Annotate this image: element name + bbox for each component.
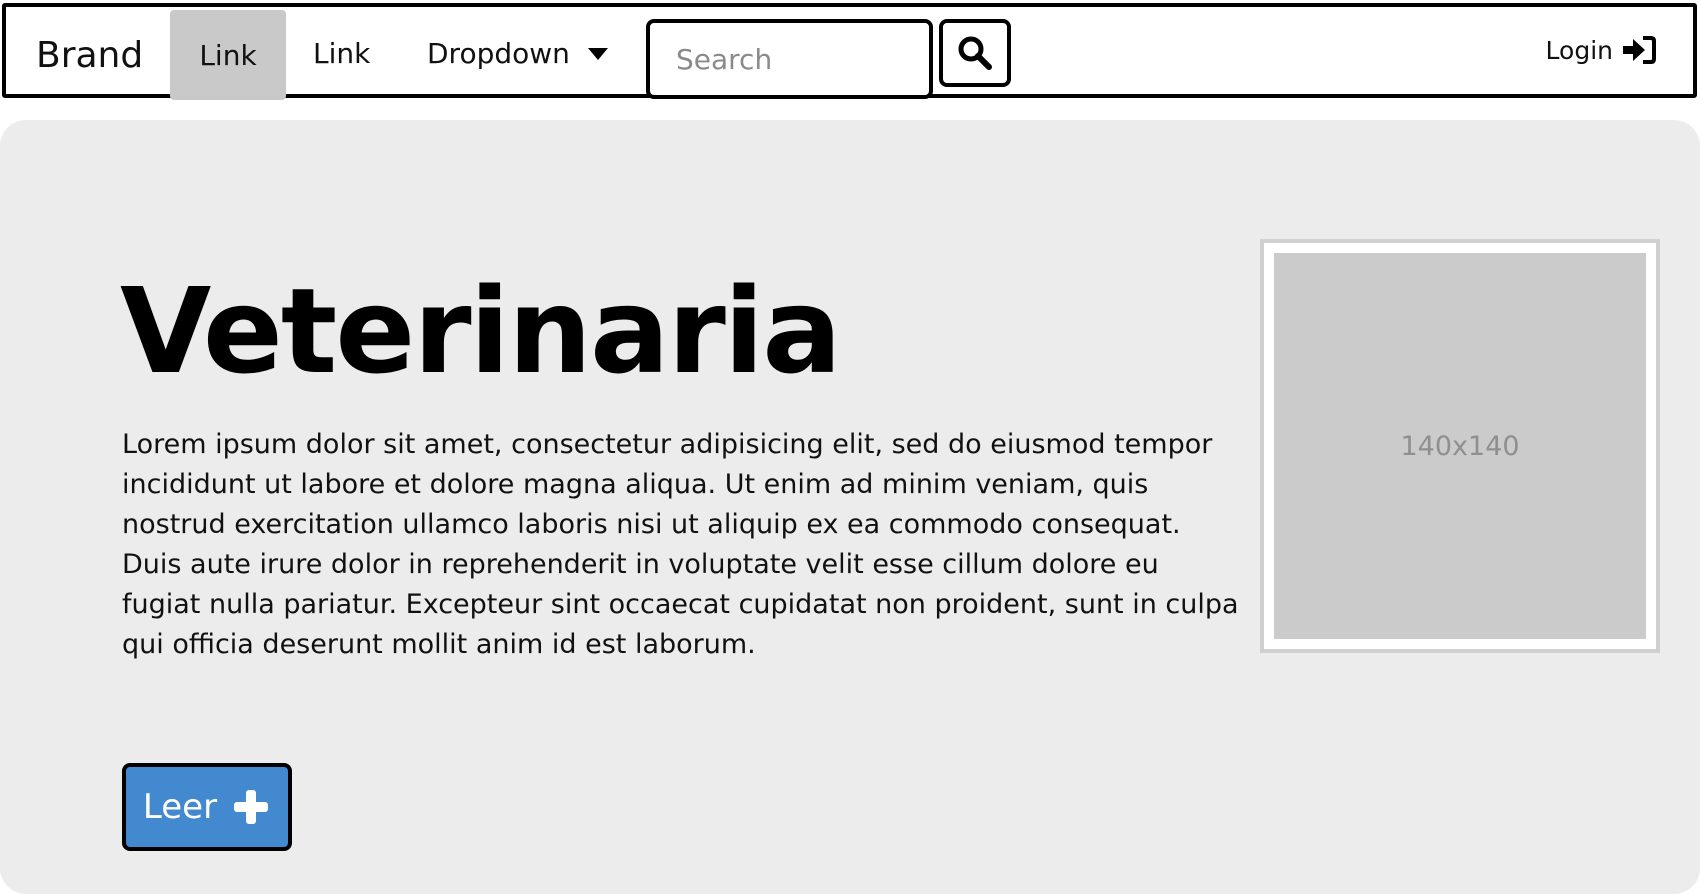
caret-down-icon [587,47,608,60]
leer-button[interactable]: Leer [122,763,292,851]
sign-in-icon [1623,36,1656,64]
jumbotron: Veterinaria Lorem ipsum dolor sit amet, … [0,120,1700,894]
image-thumbnail: 140x140 [1260,239,1660,653]
search-button[interactable] [939,19,1011,87]
intro-paragraph: Lorem ipsum dolor sit amet, consectetur … [122,429,1239,660]
login-label: Login [1545,35,1613,65]
navbar: Brand Link Link Dropdown Login [2,3,1697,100]
image-placeholder: 140x140 [1274,253,1646,639]
login-link[interactable]: Login [1546,35,1657,65]
dropdown-label: Dropdown [427,37,570,70]
plus-icon [234,790,269,824]
page-title: Veterinaria [120,262,842,400]
dropdown-toggle[interactable]: Dropdown [427,37,608,70]
nav-link-active[interactable]: Link [170,10,286,100]
brand-logo[interactable]: Brand [36,35,143,76]
nav-link[interactable]: Link [313,37,370,70]
image-size-label: 140x140 [1400,430,1520,462]
search-input[interactable] [646,19,933,99]
magnifier-icon [958,36,992,70]
leer-button-label: Leer [142,787,218,827]
